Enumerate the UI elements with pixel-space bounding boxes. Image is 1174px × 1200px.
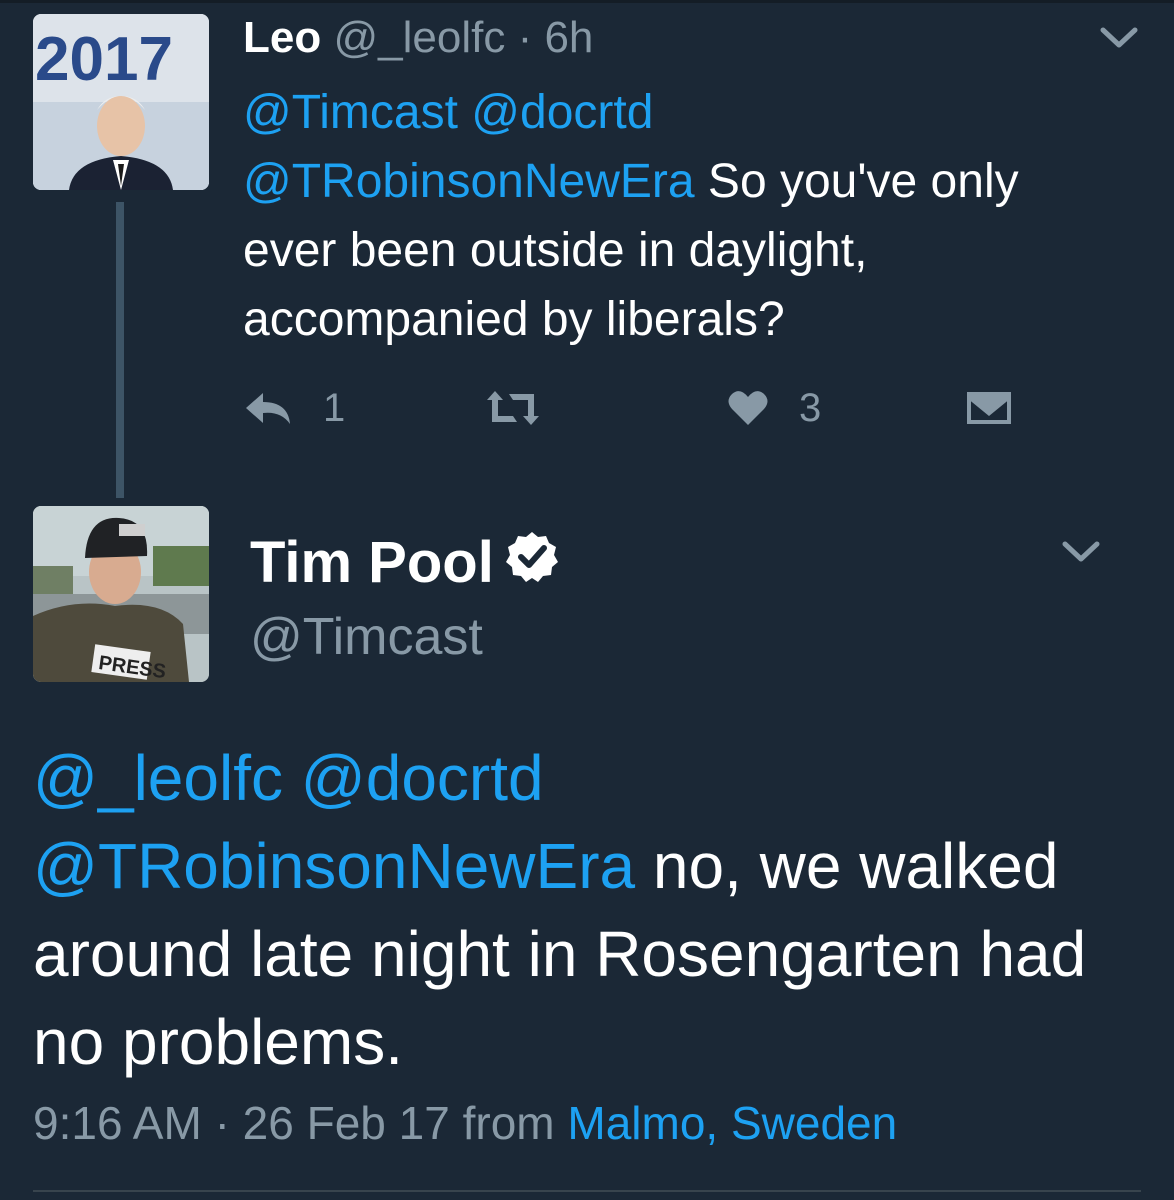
tweet-more-chevron-icon[interactable] bbox=[1062, 540, 1100, 569]
reply-action-bar: 1 3 bbox=[243, 380, 1043, 436]
tweet-author-handle[interactable]: @Timcast bbox=[250, 606, 483, 668]
reply-author-avatar[interactable]: 2017 bbox=[33, 14, 209, 190]
avatar-photo-icon: PRESS bbox=[33, 506, 209, 682]
mention-link[interactable]: @docrtd bbox=[301, 742, 544, 814]
tweet-location-link[interactable]: Malmo, Sweden bbox=[567, 1097, 897, 1149]
mention-link[interactable]: @TRobinsonNewEra bbox=[33, 830, 635, 902]
heart-icon bbox=[727, 389, 769, 427]
envelope-icon bbox=[965, 388, 1013, 428]
mention-link[interactable]: @_leolfc bbox=[33, 742, 283, 814]
thread-connector bbox=[116, 202, 124, 498]
reply-author-name[interactable]: Leo bbox=[243, 13, 321, 62]
tweet-author-avatar[interactable]: PRESS bbox=[33, 506, 209, 682]
reply-count: 1 bbox=[323, 385, 346, 430]
reply-button[interactable]: 1 bbox=[243, 380, 345, 436]
reply-text: @Timcast @docrtd @TRobinsonNewEra So you… bbox=[243, 78, 1123, 354]
bottom-divider bbox=[33, 1190, 1141, 1192]
mention-link[interactable]: @docrtd bbox=[471, 86, 653, 139]
tweet-author-name[interactable]: Tim Pool bbox=[250, 530, 494, 595]
avatar-photo-icon: 2017 bbox=[33, 14, 209, 190]
tweet-metadata: 9:16 AM · 26 Feb 17 from Malmo, Sweden bbox=[33, 1094, 897, 1152]
reply-header: Leo @_leolfc · 6h bbox=[243, 12, 593, 64]
reply-arrow-icon bbox=[243, 390, 293, 426]
reply-author-handle[interactable]: @_leolfc bbox=[333, 13, 505, 62]
direct-message-button[interactable] bbox=[965, 380, 1013, 436]
header-separator: · bbox=[517, 13, 533, 62]
reply-more-chevron-icon[interactable] bbox=[1100, 26, 1138, 55]
reply-text-line1: So you've only bbox=[707, 155, 1019, 208]
retweet-button[interactable] bbox=[483, 380, 543, 436]
retweet-icon bbox=[483, 388, 543, 428]
meta-separator: · bbox=[214, 1097, 230, 1149]
like-button[interactable]: 3 bbox=[727, 380, 821, 436]
mention-link[interactable]: @TRobinsonNewEra bbox=[243, 155, 695, 208]
reply-timestamp[interactable]: 6h bbox=[544, 13, 593, 62]
verified-badge-icon bbox=[505, 530, 558, 595]
tweet-time[interactable]: 9:16 AM bbox=[33, 1097, 202, 1149]
avatar-overlay-text: 2017 bbox=[35, 25, 173, 94]
mention-link[interactable]: @Timcast bbox=[243, 86, 458, 139]
tweet-author-name-row: Tim Pool bbox=[250, 530, 558, 595]
tweet-date[interactable]: 26 Feb 17 bbox=[243, 1097, 450, 1149]
like-count: 3 bbox=[799, 385, 822, 430]
from-label: from bbox=[462, 1097, 555, 1149]
reply-text-rest: ever been outside in daylight, accompani… bbox=[243, 224, 868, 346]
top-divider bbox=[0, 0, 1174, 3]
tweet-text: @_leolfc @docrtd @TRobinsonNewEra no, we… bbox=[33, 734, 1143, 1086]
